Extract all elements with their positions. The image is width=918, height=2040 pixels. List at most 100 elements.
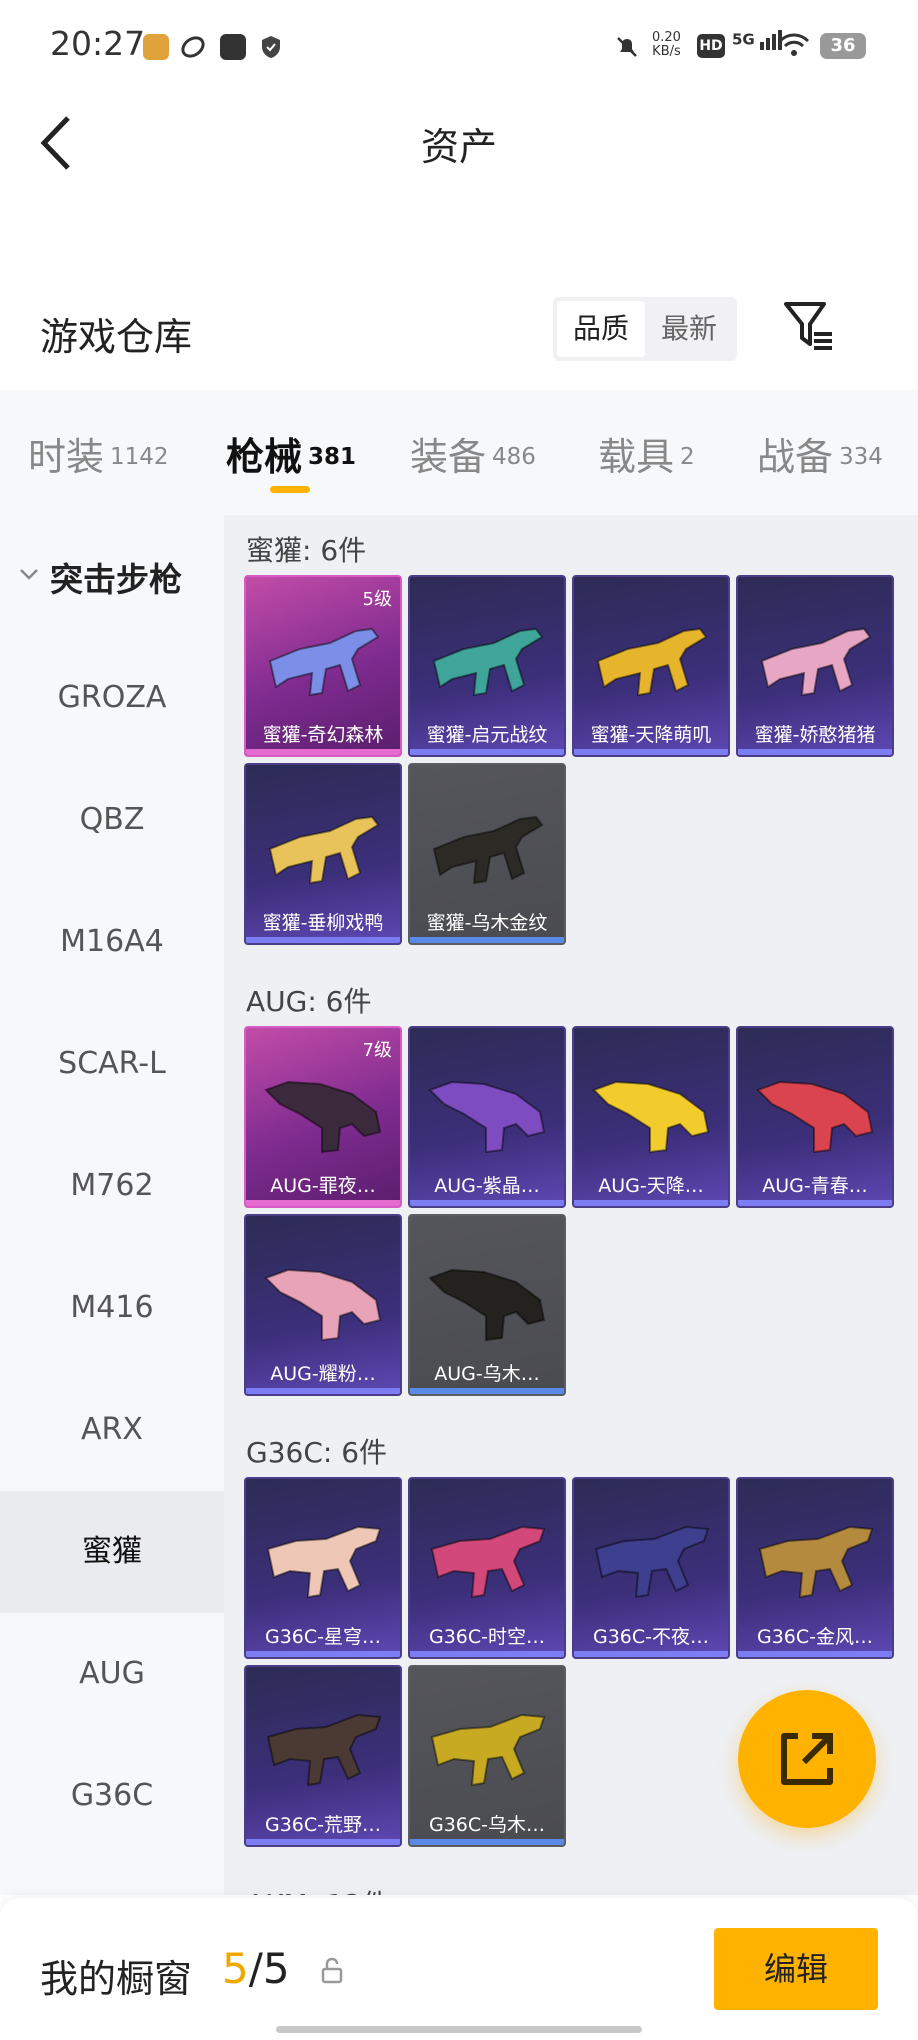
filter-button[interactable] xyxy=(780,296,840,356)
network-type: 5G xyxy=(732,30,782,50)
tab-label: 枪械 xyxy=(226,435,303,479)
tab-label: 装备 xyxy=(410,435,487,479)
page-title: 资产 xyxy=(420,125,497,169)
tab-vehicles[interactable]: 载具 2 xyxy=(598,426,695,486)
sidebar-item-m762[interactable]: M762 xyxy=(0,1125,224,1247)
showcase-current: 5 xyxy=(222,1944,249,1993)
skin-level-badge: 5级 xyxy=(362,589,392,610)
weapon-skin-icon xyxy=(760,627,872,697)
skin-name: AUG-青春… xyxy=(762,1175,868,1197)
skin-grid: 蜜獾: 6件 AUG: 6件 G36C: 6件 AKM: 12件 5级蜜獾-奇幻… xyxy=(224,515,918,1895)
weapon-skin-icon xyxy=(268,815,380,885)
sidebar-item-groza[interactable]: GROZA xyxy=(0,637,224,759)
weapon-skin-icon xyxy=(432,627,544,697)
skin-card[interactable]: G36C-乌木… xyxy=(408,1665,566,1847)
skin-card[interactable]: 蜜獾-垂柳戏鸭 xyxy=(244,763,402,945)
rarity-bar xyxy=(410,1651,564,1657)
skin-name: 蜜獾-奇幻森林 xyxy=(262,724,384,746)
rarity-bar xyxy=(246,937,400,943)
mute-bell-icon xyxy=(614,34,640,60)
tab-count: 1142 xyxy=(110,443,169,470)
skin-card[interactable]: G36C-荒野… xyxy=(244,1665,402,1847)
skin-card[interactable]: AUG-青春… xyxy=(736,1026,894,1208)
showcase-label: 我的橱窗 xyxy=(40,1957,193,2001)
skin-card[interactable]: 7级 AUG-罪夜… xyxy=(244,1026,402,1208)
skin-card[interactable]: 蜜獾-娇憨猪猪 xyxy=(736,575,894,757)
status-bar: 20:27 0.20 KB/s HD 5G 36 xyxy=(0,0,918,92)
skin-name: G36C-星穹… xyxy=(264,1626,382,1648)
game-app-icon xyxy=(143,34,169,60)
home-indicator xyxy=(276,2026,642,2033)
chevron-down-icon xyxy=(20,569,38,580)
sidebar-group-assault-rifles[interactable]: 突击步枪 xyxy=(0,545,224,605)
skin-name: G36C-不夜… xyxy=(592,1626,710,1648)
skin-card[interactable]: G36C-星穹… xyxy=(244,1477,402,1659)
group-heading-aug: AUG: 6件 xyxy=(246,985,372,1018)
skin-name: AUG-紫晶… xyxy=(434,1175,540,1197)
skin-card[interactable]: 蜜獾-乌木金纹 xyxy=(408,763,566,945)
sidebar-item-arx[interactable]: ARX xyxy=(0,1369,224,1491)
skin-card[interactable]: G36C-时空… xyxy=(408,1477,566,1659)
status-time: 20:27 xyxy=(50,24,146,63)
skin-name: G36C-金风… xyxy=(756,1626,874,1648)
skin-level-badge: 7级 xyxy=(362,1040,392,1061)
tab-supplies[interactable]: 战备 334 xyxy=(757,426,883,486)
skin-name: 蜜獾-启元战纹 xyxy=(426,724,548,746)
hd-badge: HD xyxy=(697,34,725,58)
filter-icon xyxy=(784,302,832,350)
skin-name: 蜜獾-娇憨猪猪 xyxy=(754,724,876,746)
skin-name: 蜜獾-天降萌叽 xyxy=(590,724,712,746)
lock-icon xyxy=(321,1957,343,1984)
sort-quality-button[interactable]: 品质 xyxy=(557,301,645,357)
rarity-bar xyxy=(246,1651,400,1657)
skin-name: 蜜獾-乌木金纹 xyxy=(426,912,548,934)
shield-icon xyxy=(258,34,284,60)
tab-firearms[interactable]: 枪械 381 xyxy=(226,426,356,486)
weapon-skin-icon xyxy=(756,1080,874,1154)
skin-card[interactable]: G36C-金风… xyxy=(736,1477,894,1659)
rarity-bar xyxy=(410,1200,564,1206)
group-heading-g36c: G36C: 6件 xyxy=(246,1436,388,1469)
rarity-bar xyxy=(738,1200,892,1206)
sidebar-item-m16a4[interactable]: M16A4 xyxy=(0,881,224,1003)
skin-card[interactable]: AUG-天降… xyxy=(572,1026,730,1208)
sidebar-item-scar-l[interactable]: SCAR-L xyxy=(0,1003,224,1125)
sidebar-item-g36c[interactable]: G36C xyxy=(0,1735,224,1857)
skin-card[interactable]: 蜜獾-启元战纹 xyxy=(408,575,566,757)
weapon-skin-icon xyxy=(428,1080,546,1154)
share-button[interactable] xyxy=(738,1690,876,1828)
tab-label: 战备 xyxy=(757,435,834,479)
rarity-bar xyxy=(246,1200,400,1206)
edit-button[interactable]: 编辑 xyxy=(714,1928,878,2010)
network-type-label: 5G xyxy=(732,30,755,49)
rarity-bar xyxy=(410,937,564,943)
skin-card[interactable]: AUG-紫晶… xyxy=(408,1026,566,1208)
weapon-skin-icon xyxy=(432,815,544,885)
skin-card[interactable]: 蜜獾-天降萌叽 xyxy=(572,575,730,757)
showcase-bar: 我的橱窗 5/5 编辑 xyxy=(0,1898,918,2040)
rarity-bar xyxy=(410,749,564,755)
sidebar-item-qbz[interactable]: QBZ xyxy=(0,759,224,881)
sidebar-item-honey-badger[interactable]: 蜜獾 xyxy=(0,1491,224,1613)
rarity-bar xyxy=(738,1651,892,1657)
weapon-sidebar: 突击步枪 GROZA QBZ M16A4 SCAR-L M762 M416 AR… xyxy=(0,515,224,1895)
skin-card[interactable]: 5级蜜獾-奇幻森林 xyxy=(244,575,402,757)
weapon-skin-icon xyxy=(264,1268,382,1342)
sort-newest-button[interactable]: 最新 xyxy=(645,301,733,357)
network-speed-value: 0.20 xyxy=(652,30,681,45)
tab-fashion[interactable]: 时装 1142 xyxy=(28,426,169,486)
tab-count: 381 xyxy=(308,443,357,470)
weapon-skin-icon xyxy=(430,1525,546,1599)
rarity-bar xyxy=(574,1651,728,1657)
rarity-bar xyxy=(574,749,728,755)
sort-toggle: 品质 最新 xyxy=(553,297,737,361)
skin-card[interactable]: AUG-耀粉… xyxy=(244,1214,402,1396)
tab-label: 时装 xyxy=(28,435,105,479)
skin-name: AUG-天降… xyxy=(598,1175,704,1197)
sidebar-item-aug[interactable]: AUG xyxy=(0,1613,224,1735)
skin-card[interactable]: G36C-不夜… xyxy=(572,1477,730,1659)
rarity-bar xyxy=(738,749,892,755)
tab-equipment[interactable]: 装备 486 xyxy=(410,426,536,486)
sidebar-item-m416[interactable]: M416 xyxy=(0,1247,224,1369)
skin-card[interactable]: AUG-乌木… xyxy=(408,1214,566,1396)
